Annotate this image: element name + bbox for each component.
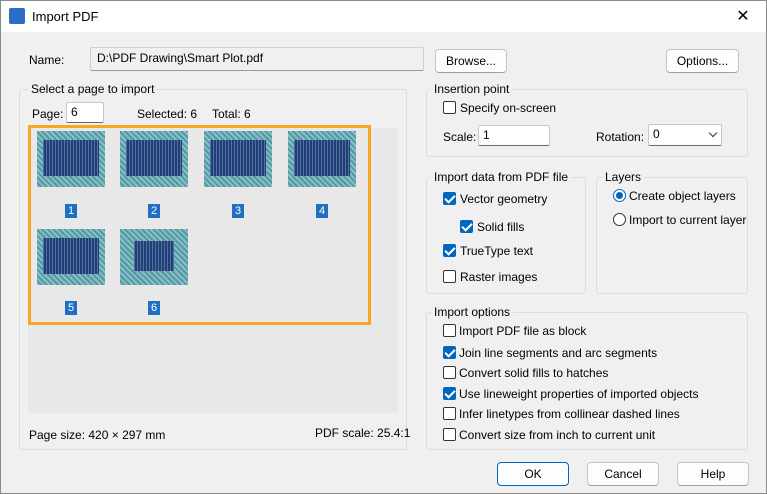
name-label: Name: — [29, 53, 65, 67]
lineweight-checkbox[interactable] — [443, 387, 456, 400]
rotation-select[interactable]: 0 — [648, 124, 722, 146]
join-segments-checkbox[interactable] — [443, 346, 456, 359]
page-thumbnail-3[interactable] — [204, 131, 272, 187]
page-number-badge: 5 — [65, 301, 77, 315]
page-thumbnail-1[interactable] — [37, 131, 105, 187]
import-current-layer-radio[interactable] — [613, 213, 626, 226]
layers-title: Layers — [602, 170, 645, 184]
truetype-text-checkbox[interactable] — [443, 244, 456, 257]
page-label: Page: — [32, 107, 64, 121]
ok-button[interactable]: OK — [497, 462, 569, 486]
convert-fills-label: Convert solid fills to hatches — [459, 366, 609, 380]
import-options-title: Import options — [431, 305, 514, 319]
import-as-block-checkbox[interactable] — [443, 324, 456, 337]
scale-input[interactable]: 1 — [478, 125, 550, 146]
solid-fills-checkbox[interactable] — [460, 220, 473, 233]
page-size-text: Page size: 420 × 297 mm — [29, 428, 166, 442]
truetype-text-label: TrueType text — [460, 244, 533, 258]
thumbnail-drawing — [134, 241, 174, 271]
help-button[interactable]: Help — [677, 462, 749, 486]
page-number-badge: 1 — [65, 204, 77, 218]
page-thumbnail-5[interactable] — [37, 229, 105, 285]
infer-linetypes-checkbox[interactable] — [443, 407, 456, 420]
rotation-label: Rotation: — [596, 130, 645, 144]
file-name-field: D:\PDF Drawing\Smart Plot.pdf — [90, 47, 424, 71]
convert-size-checkbox[interactable] — [443, 428, 456, 441]
specify-on-screen-label: Specify on-screen — [460, 101, 557, 115]
solid-fills-label: Solid fills — [477, 220, 525, 234]
thumbnail-drawing — [210, 140, 266, 176]
page-number-badge: 4 — [316, 204, 328, 218]
raster-images-label: Raster images — [460, 270, 538, 284]
scale-label: Scale: — [443, 130, 477, 144]
convert-size-label: Convert size from inch to current unit — [459, 428, 656, 442]
total-count: Total: 6 — [212, 107, 251, 121]
title-bar: Import PDF ✕ — [1, 1, 766, 32]
rotation-value: 0 — [653, 127, 660, 141]
page-number-badge: 6 — [148, 301, 160, 315]
page-number-badge: 3 — [232, 204, 244, 218]
import-pdf-dialog: Import PDF ✕ Name: D:\PDF Drawing\Smart … — [0, 0, 767, 494]
create-object-layers-radio[interactable] — [613, 189, 626, 202]
cancel-button[interactable]: Cancel — [587, 462, 659, 486]
thumbnail-drawing — [43, 238, 99, 274]
page-thumbnail-2[interactable] — [120, 131, 188, 187]
pdf-scale-text: PDF scale: 25.4:1 — [315, 426, 411, 440]
insertion-point-title: Insertion point — [431, 82, 513, 96]
select-page-group-title: Select a page to import — [28, 82, 158, 96]
import-as-block-label: Import PDF file as block — [459, 324, 587, 338]
window-title: Import PDF — [32, 9, 99, 24]
page-number-badge: 2 — [148, 204, 160, 218]
raster-images-checkbox[interactable] — [443, 270, 456, 283]
browse-button[interactable]: Browse... — [435, 49, 507, 73]
thumbnail-drawing — [43, 140, 99, 176]
specify-on-screen-checkbox[interactable] — [443, 101, 456, 114]
join-segments-label: Join line segments and arc segments — [459, 346, 658, 360]
import-current-layer-label: Import to current layer — [629, 213, 747, 227]
app-icon — [9, 8, 25, 24]
close-icon[interactable]: ✕ — [720, 1, 766, 32]
thumbnail-drawing — [126, 140, 182, 176]
lineweight-label: Use lineweight properties of imported ob… — [459, 387, 699, 401]
infer-linetypes-label: Infer linetypes from collinear dashed li… — [459, 407, 680, 421]
create-object-layers-label: Create object layers — [629, 189, 736, 203]
thumbnail-drawing — [294, 140, 350, 176]
options-button[interactable]: Options... — [666, 49, 739, 73]
vector-geometry-checkbox[interactable] — [443, 192, 456, 205]
page-thumbnail-6[interactable] — [120, 229, 188, 285]
vector-geometry-label: Vector geometry — [460, 192, 548, 206]
page-number-input[interactable]: 6 — [66, 102, 104, 123]
import-data-title: Import data from PDF file — [431, 170, 572, 184]
convert-fills-checkbox[interactable] — [443, 366, 456, 379]
page-thumbnail-4[interactable] — [288, 131, 356, 187]
chevron-down-icon — [708, 128, 718, 138]
selected-count: Selected: 6 — [137, 107, 198, 121]
insertion-point-group — [426, 89, 748, 157]
